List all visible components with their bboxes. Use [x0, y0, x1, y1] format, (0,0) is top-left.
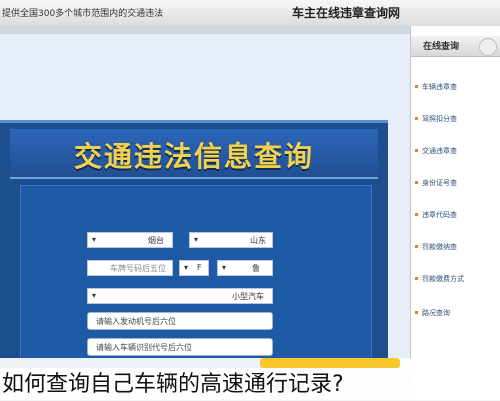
- city-select[interactable]: ▾ 烟台: [87, 232, 173, 248]
- query-panel: 交通违法信息查询 ▾ 烟台 ▾ 山东 车牌号码后五位 ▾ F ▾ 鲁 ▾ 小型汽…: [0, 120, 388, 368]
- chevron-down-icon: ▾: [222, 263, 227, 272]
- sidebar-header-label: 在线查询: [423, 42, 460, 52]
- header-subbar: [0, 26, 410, 34]
- sidebar-item-8[interactable]: 路况查询: [415, 304, 500, 322]
- plate-mid-value: F: [197, 263, 202, 272]
- vehicle-type-select[interactable]: ▾ 小型汽车: [87, 288, 273, 304]
- query-banner: 交通违法信息查询: [10, 129, 378, 179]
- chevron-down-icon: ▾: [92, 291, 97, 300]
- sidebar: 在线查询 车辆违章查 驾照扣分查 交通违章查 身份证号查 违章代码查 罚款缴纳查…: [410, 26, 500, 400]
- province-select[interactable]: ▾ 山东: [189, 232, 273, 248]
- caption-text: 如何查询自己车辆的高速通行记录?: [2, 372, 344, 397]
- vin-hint: 请输入车辆识别代号后六位: [96, 343, 192, 352]
- engine-number-hint: 请输入发动机号后六位: [96, 317, 176, 326]
- sidebar-item-label: 车辆违章查: [422, 83, 457, 91]
- banner-title: 交通违法信息查询: [73, 140, 314, 173]
- plate-prefix-value: 鲁: [252, 264, 260, 273]
- caption-overlay: 如何查询自己车辆的高速通行记录?: [0, 358, 500, 400]
- sidebar-header: 在线查询: [411, 36, 500, 57]
- sidebar-item-label: 身份证号查: [422, 179, 457, 187]
- sidebar-item-5[interactable]: 违章代码查: [415, 206, 500, 224]
- site-title: 车主在线违章查询网: [292, 6, 401, 20]
- sidebar-item-7[interactable]: 罚款缴费方式: [415, 270, 500, 288]
- sidebar-item-label: 驾照扣分查: [422, 115, 457, 123]
- chevron-down-icon: ▾: [194, 235, 199, 244]
- sidebar-item-label: 罚款缴纳查: [422, 243, 457, 251]
- sidebar-item-label: 交通违章查: [422, 147, 457, 155]
- vehicle-type-value: 小型汽车: [232, 292, 264, 301]
- city-select-value: 烟台: [148, 236, 164, 245]
- chevron-down-icon: ▾: [92, 235, 97, 244]
- plate-input[interactable]: 车牌号码后五位: [87, 260, 173, 276]
- query-form: ▾ 烟台 ▾ 山东 车牌号码后五位 ▾ F ▾ 鲁 ▾ 小型汽车 请输入发动机号…: [20, 185, 372, 365]
- vin-input[interactable]: 请输入车辆识别代号后六位: [87, 338, 273, 356]
- province-select-value: 山东: [250, 236, 266, 245]
- engine-number-input[interactable]: 请输入发动机号后六位: [87, 312, 273, 330]
- sidebar-item-2[interactable]: 驾照扣分查: [415, 110, 500, 128]
- plate-mid-select[interactable]: ▾ F: [179, 260, 209, 276]
- plate-input-placeholder: 车牌号码后五位: [110, 264, 166, 273]
- sidebar-item-label: 罚款缴费方式: [422, 275, 464, 283]
- top-header: 提供全国300多个城市范围内的交通违法 车主在线违章查询网: [0, 0, 500, 27]
- chevron-down-icon: ▾: [184, 263, 189, 272]
- sidebar-item-6[interactable]: 罚款缴纳查: [415, 238, 500, 256]
- plate-prefix-select[interactable]: ▾ 鲁: [217, 260, 273, 276]
- header-left-text: 提供全国300多个城市范围内的交通违法: [2, 9, 164, 19]
- sidebar-item-label: 违章代码查: [422, 211, 457, 219]
- sidebar-item-3[interactable]: 交通违章查: [415, 142, 500, 160]
- sidebar-item-label: 路况查询: [422, 309, 450, 317]
- sidebar-item-4[interactable]: 身份证号查: [415, 174, 500, 192]
- sidebar-item-1[interactable]: 车辆违章查: [415, 78, 500, 96]
- badge-icon: [479, 38, 497, 56]
